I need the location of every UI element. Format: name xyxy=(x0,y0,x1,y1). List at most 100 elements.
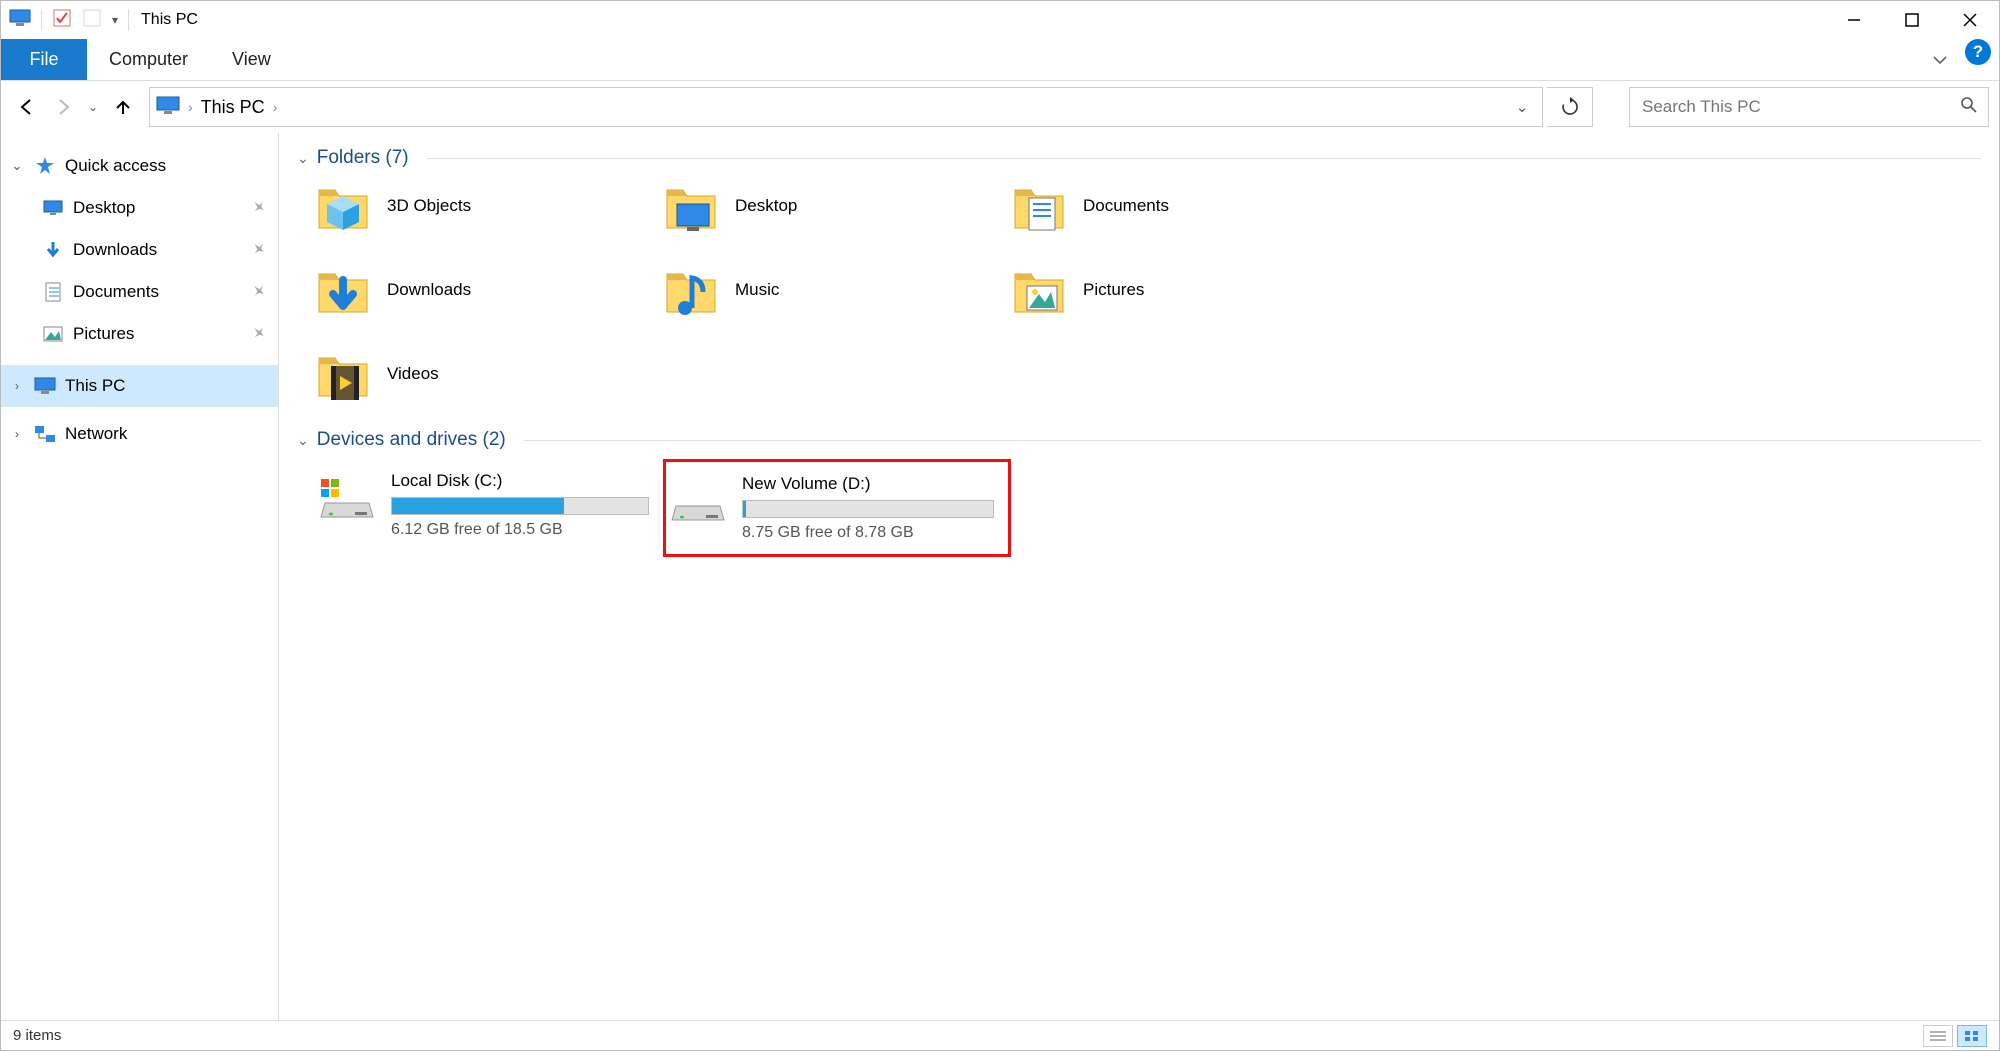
navitem-documents[interactable]: Documents xyxy=(1,271,278,313)
quick-access-toolbar: ▾ xyxy=(9,8,129,32)
drive-new-volume-d-[interactable]: New Volume (D:) 8.75 GB free of 8.78 GB xyxy=(663,459,1011,557)
chevron-down-icon[interactable]: ⌄ xyxy=(9,158,25,174)
desktop-icon xyxy=(41,200,65,216)
this-pc-icon xyxy=(156,95,180,120)
status-bar: 9 items xyxy=(1,1020,1999,1050)
navitem-label: This PC xyxy=(65,376,125,396)
network-icon xyxy=(33,425,57,443)
pictures-folder-icon xyxy=(1011,262,1067,318)
drive-grid: Local Disk (C:)6.12 GB free of 18.5 GBNe… xyxy=(315,459,1981,557)
tab-computer[interactable]: Computer xyxy=(87,39,210,80)
navitem-label: Documents xyxy=(73,282,159,302)
music-folder-icon xyxy=(663,262,719,318)
downloads-icon xyxy=(41,240,65,260)
help-button[interactable]: ? xyxy=(1965,39,1991,65)
usage-bar xyxy=(742,500,994,518)
navitem-network[interactable]: › Network xyxy=(1,413,278,455)
videos-folder-icon xyxy=(315,346,371,402)
pin-icon xyxy=(252,324,266,344)
ribbon: File Computer View ? xyxy=(1,39,1999,81)
file-tab[interactable]: File xyxy=(1,39,87,80)
navitem-this-pc[interactable]: › This PC xyxy=(1,365,278,407)
folder-downloads[interactable]: Downloads xyxy=(315,261,653,319)
downloads-folder-icon xyxy=(315,262,371,318)
tab-view[interactable]: View xyxy=(210,39,293,80)
maximize-button[interactable] xyxy=(1883,1,1941,39)
drive-free-text: 8.75 GB free of 8.78 GB xyxy=(742,524,994,542)
chevron-right-icon[interactable]: › xyxy=(188,99,193,115)
folder-videos[interactable]: Videos xyxy=(315,345,653,403)
navitem-label: Desktop xyxy=(73,198,135,218)
minimize-button[interactable] xyxy=(1825,1,1883,39)
qat-dropdown-icon[interactable]: ▾ xyxy=(112,13,118,27)
pin-icon xyxy=(252,282,266,302)
navigation-bar: ⌄ › This PC › ⌄ xyxy=(1,81,1999,133)
documents-icon xyxy=(41,282,65,302)
chevron-right-icon[interactable]: › xyxy=(273,99,278,115)
navitem-label: Network xyxy=(65,424,127,444)
drive-local-disk-c-[interactable]: Local Disk (C:)6.12 GB free of 18.5 GB xyxy=(315,459,663,557)
title-bar: ▾ This PC xyxy=(1,1,1999,39)
navitem-downloads[interactable]: Downloads xyxy=(1,229,278,271)
section-header-drives[interactable]: ⌄ Devices and drives (2) xyxy=(297,429,1981,451)
folder-pictures[interactable]: Pictures xyxy=(1011,261,1349,319)
search-input[interactable] xyxy=(1640,96,1960,118)
large-icons-view-button[interactable] xyxy=(1957,1025,1987,1047)
ribbon-expand-icon[interactable] xyxy=(1923,39,1957,80)
folder-label: Pictures xyxy=(1083,280,1144,300)
folder-label: 3D Objects xyxy=(387,196,471,216)
folder-3d-objects[interactable]: 3D Objects xyxy=(315,177,653,235)
recent-locations-button[interactable]: ⌄ xyxy=(83,89,103,125)
details-view-button[interactable] xyxy=(1923,1025,1953,1047)
separator xyxy=(128,9,129,31)
drive-label: New Volume (D:) xyxy=(742,474,994,494)
back-button[interactable] xyxy=(11,89,43,125)
search-box[interactable] xyxy=(1629,87,1989,127)
section-header-folders[interactable]: ⌄ Folders (7) xyxy=(297,147,1981,169)
navitem-label: Quick access xyxy=(65,156,166,176)
folder-desktop[interactable]: Desktop xyxy=(663,177,1001,235)
properties-icon[interactable] xyxy=(52,8,72,32)
chevron-right-icon[interactable]: › xyxy=(9,379,25,393)
item-count: 9 items xyxy=(13,1027,61,1044)
chevron-down-icon: ⌄ xyxy=(297,150,309,167)
this-pc-icon xyxy=(33,377,57,395)
drive-icon xyxy=(319,477,375,523)
section-title: Devices and drives (2) xyxy=(317,429,506,451)
close-button[interactable] xyxy=(1941,1,1999,39)
refresh-button[interactable] xyxy=(1547,87,1593,127)
pictures-icon xyxy=(41,326,65,342)
new-folder-icon[interactable] xyxy=(82,8,102,32)
usage-bar xyxy=(391,497,649,515)
address-bar[interactable]: › This PC › ⌄ xyxy=(149,87,1543,127)
navitem-label: Downloads xyxy=(73,240,157,260)
folder-label: Videos xyxy=(387,364,439,384)
documents-folder-icon xyxy=(1011,178,1067,234)
up-button[interactable] xyxy=(107,89,139,125)
folder-music[interactable]: Music xyxy=(663,261,1001,319)
star-icon xyxy=(33,156,57,176)
chevron-right-icon[interactable]: › xyxy=(9,427,25,441)
section-title: Folders (7) xyxy=(317,147,409,169)
navitem-pictures[interactable]: Pictures xyxy=(1,313,278,355)
drive-icon xyxy=(670,480,726,526)
folder-label: Downloads xyxy=(387,280,471,300)
forward-button[interactable] xyxy=(47,89,79,125)
chevron-down-icon: ⌄ xyxy=(297,432,309,449)
pin-icon xyxy=(252,198,266,218)
folder-grid: 3D Objects DesktopDocuments Downloads Music… xyxy=(315,177,1981,403)
pin-icon xyxy=(252,240,266,260)
folder-label: Music xyxy=(735,280,779,300)
navitem-label: Pictures xyxy=(73,324,134,344)
navitem-desktop[interactable]: Desktop xyxy=(1,187,278,229)
search-icon xyxy=(1960,96,1978,118)
content-pane: ⌄ Folders (7) 3D Objects DesktopDocuments… xyxy=(279,133,1999,1020)
separator xyxy=(41,9,42,31)
folder-documents[interactable]: Documents xyxy=(1011,177,1349,235)
breadcrumb-this-pc[interactable]: This PC xyxy=(201,97,265,118)
3dobjects-folder-icon xyxy=(315,178,371,234)
drive-label: Local Disk (C:) xyxy=(391,471,649,491)
address-dropdown-icon[interactable]: ⌄ xyxy=(1508,98,1536,116)
navitem-quick-access[interactable]: ⌄ Quick access xyxy=(1,145,278,187)
explorer-window: ▾ This PC File Computer View ? ⌄ › This … xyxy=(0,0,2000,1051)
